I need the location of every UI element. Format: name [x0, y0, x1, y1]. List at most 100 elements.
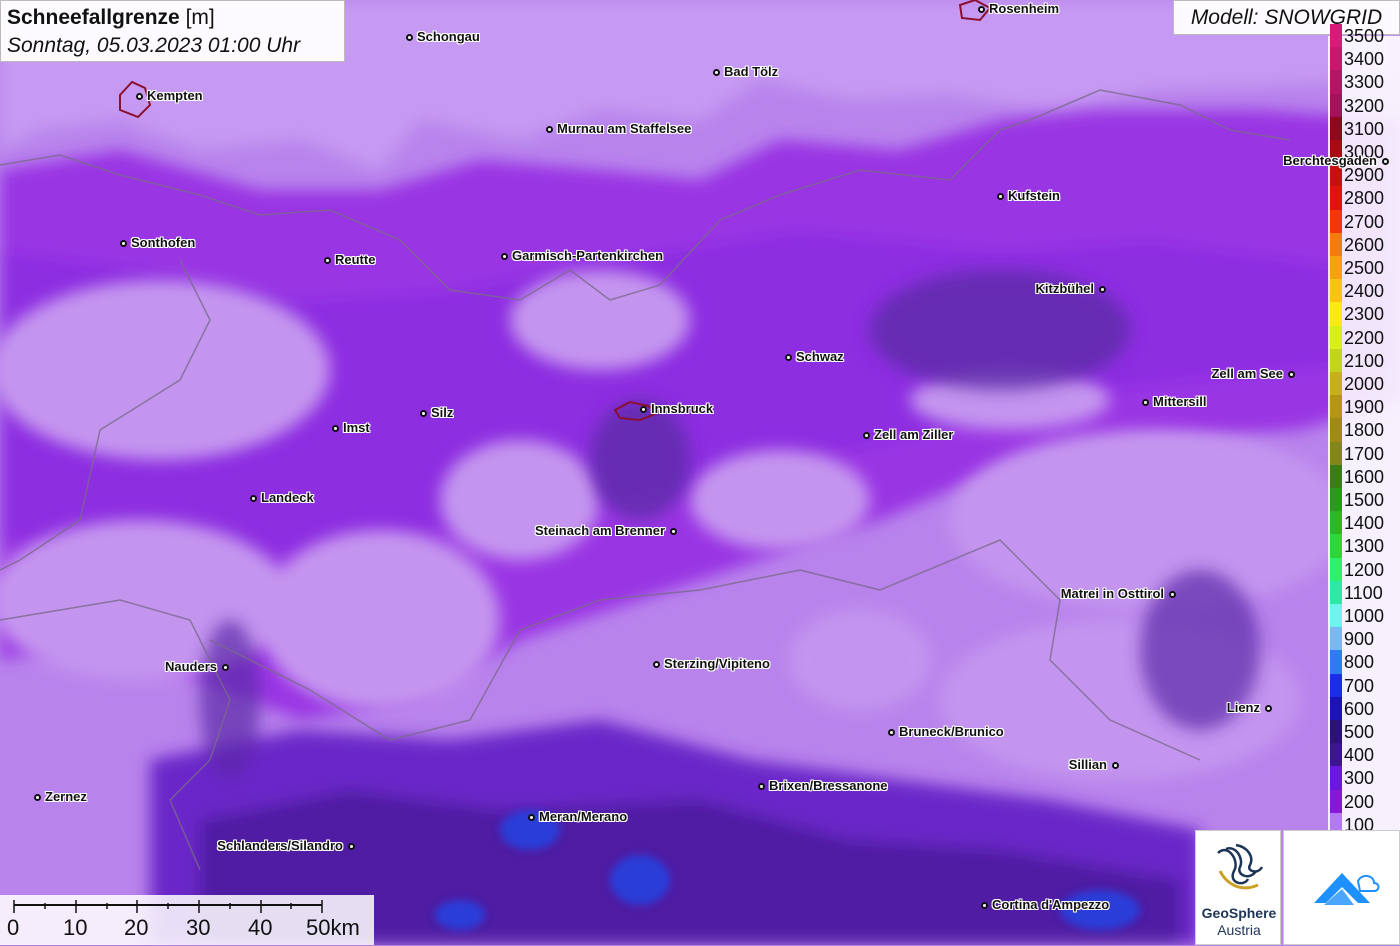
legend-swatch — [1330, 464, 1342, 488]
city-marker — [545, 125, 553, 133]
legend-row: 2100 — [1328, 348, 1400, 372]
legend-row: 2400 — [1328, 279, 1400, 303]
city-label[interactable]: Zell am See — [1211, 366, 1283, 381]
legend-label: 400 — [1344, 745, 1375, 766]
legend-swatch — [1330, 418, 1342, 442]
city-label[interactable]: Bruneck/Brunico — [899, 724, 1004, 739]
legend-swatch — [1330, 557, 1342, 581]
legend-row: 2300 — [1328, 302, 1400, 326]
legend-row: 600 — [1328, 696, 1400, 720]
legend-swatch — [1330, 511, 1342, 535]
city-marker — [1111, 761, 1119, 769]
city-label[interactable]: Lienz — [1227, 700, 1260, 715]
legend-swatch — [1330, 696, 1342, 720]
legend-swatch — [1330, 47, 1342, 71]
legend-row: 400 — [1328, 743, 1400, 767]
city-label[interactable]: Cortina d'Ampezzo — [992, 897, 1109, 912]
city-label[interactable]: Kempten — [147, 88, 203, 103]
snowgrid-mountain-icon — [1314, 873, 1380, 905]
scale-label-50km: 50km — [306, 915, 360, 940]
city-label[interactable]: Schwaz — [796, 349, 844, 364]
map-title: Schneefallgrenze [m] — [7, 4, 338, 32]
legend-row: 3500 — [1328, 24, 1400, 48]
city-label[interactable]: Silz — [431, 405, 453, 420]
city-label[interactable]: Zell am Ziller — [874, 427, 953, 442]
city-marker — [980, 901, 988, 909]
legend-label: 3100 — [1344, 118, 1385, 139]
snowline-map[interactable] — [0, 0, 1400, 945]
legend-label: 1900 — [1344, 397, 1385, 418]
city-marker — [33, 793, 41, 801]
legend-label: 1700 — [1344, 443, 1385, 464]
city-label[interactable]: Bad Tölz — [724, 64, 778, 79]
city-label[interactable]: Kitzbühel — [1036, 281, 1095, 296]
legend-swatch — [1330, 789, 1342, 813]
legend-label: 3400 — [1344, 49, 1385, 70]
city-marker — [1264, 704, 1272, 712]
legend-row: 2700 — [1328, 209, 1400, 233]
legend-row: 2000 — [1328, 372, 1400, 396]
city-label[interactable]: Rosenheim — [989, 1, 1059, 16]
legend-label: 1400 — [1344, 513, 1385, 534]
legend-label: 3300 — [1344, 72, 1385, 93]
legend-label: 800 — [1344, 652, 1375, 673]
legend-label: 2100 — [1344, 350, 1385, 371]
city-marker — [977, 5, 985, 13]
legend-swatch — [1330, 372, 1342, 396]
legend-row: 3100 — [1328, 116, 1400, 140]
city-label[interactable]: Mittersill — [1153, 394, 1206, 409]
legend-swatch — [1330, 441, 1342, 465]
scale-bar: 0 10 20 30 40 50km — [0, 895, 374, 945]
city-label[interactable]: Schongau — [417, 29, 480, 44]
legend-swatch — [1330, 186, 1342, 210]
legend-row: 3300 — [1328, 70, 1400, 94]
city-marker — [1141, 398, 1149, 406]
city-label[interactable]: Innsbruck — [651, 401, 713, 416]
city-label[interactable]: Sillian — [1069, 757, 1107, 772]
city-marker — [135, 92, 143, 100]
legend-label: 200 — [1344, 791, 1375, 812]
legend-label: 1500 — [1344, 490, 1385, 510]
city-label[interactable]: Landeck — [261, 490, 314, 505]
city-label[interactable]: Zernez — [45, 789, 87, 804]
city-label[interactable]: Brixen/Bressanone — [769, 778, 888, 793]
legend-swatch — [1330, 70, 1342, 94]
city-marker — [221, 663, 229, 671]
legend-label: 3200 — [1344, 95, 1385, 116]
legend-row: 2500 — [1328, 256, 1400, 280]
legend-label: 3500 — [1344, 26, 1385, 46]
city-label[interactable]: Murnau am Staffelsee — [557, 121, 691, 136]
scale-label-10: 10 — [63, 915, 88, 940]
city-marker — [1098, 285, 1106, 293]
city-marker — [527, 813, 535, 821]
city-marker — [1381, 157, 1389, 165]
legend-swatch — [1330, 488, 1342, 512]
city-marker — [1168, 590, 1176, 598]
city-label[interactable]: Nauders — [165, 659, 217, 674]
city-label[interactable]: Schlanders/Silandro — [217, 838, 343, 853]
city-label[interactable]: Sonthofen — [131, 235, 195, 250]
legend-row: 2200 — [1328, 325, 1400, 349]
city-label[interactable]: Meran/Merano — [539, 809, 627, 824]
legend-row: 1300 — [1328, 534, 1400, 558]
legend-swatch — [1330, 256, 1342, 280]
legend-row: 1600 — [1328, 464, 1400, 488]
city-label[interactable]: Reutte — [335, 252, 375, 267]
map-title-box: Schneefallgrenze [m] Sonntag, 05.03.2023… — [0, 0, 345, 62]
city-label[interactable]: Garmisch-Partenkirchen — [512, 248, 663, 263]
legend-label: 2500 — [1344, 258, 1385, 278]
city-label[interactable]: Imst — [343, 420, 370, 435]
legend-label: 2800 — [1344, 188, 1385, 209]
city-label[interactable]: Berchtesgaden — [1283, 153, 1377, 168]
geosphere-logo[interactable]: GeoSphere Austria — [1195, 830, 1281, 945]
city-label[interactable]: Kufstein — [1008, 188, 1060, 203]
legend-row: 1100 — [1328, 580, 1400, 604]
city-label[interactable]: Sterzing/Vipiteno — [664, 656, 770, 671]
map-datetime: Sonntag, 05.03.2023 01:00 Uhr — [7, 34, 301, 57]
legend-swatch — [1330, 348, 1342, 372]
city-marker — [500, 252, 508, 260]
legend-swatch — [1330, 580, 1342, 604]
city-label[interactable]: Steinach am Brenner — [535, 523, 665, 538]
snowgrid-logo[interactable] — [1283, 830, 1400, 945]
city-label[interactable]: Matrei in Osttirol — [1061, 586, 1164, 601]
